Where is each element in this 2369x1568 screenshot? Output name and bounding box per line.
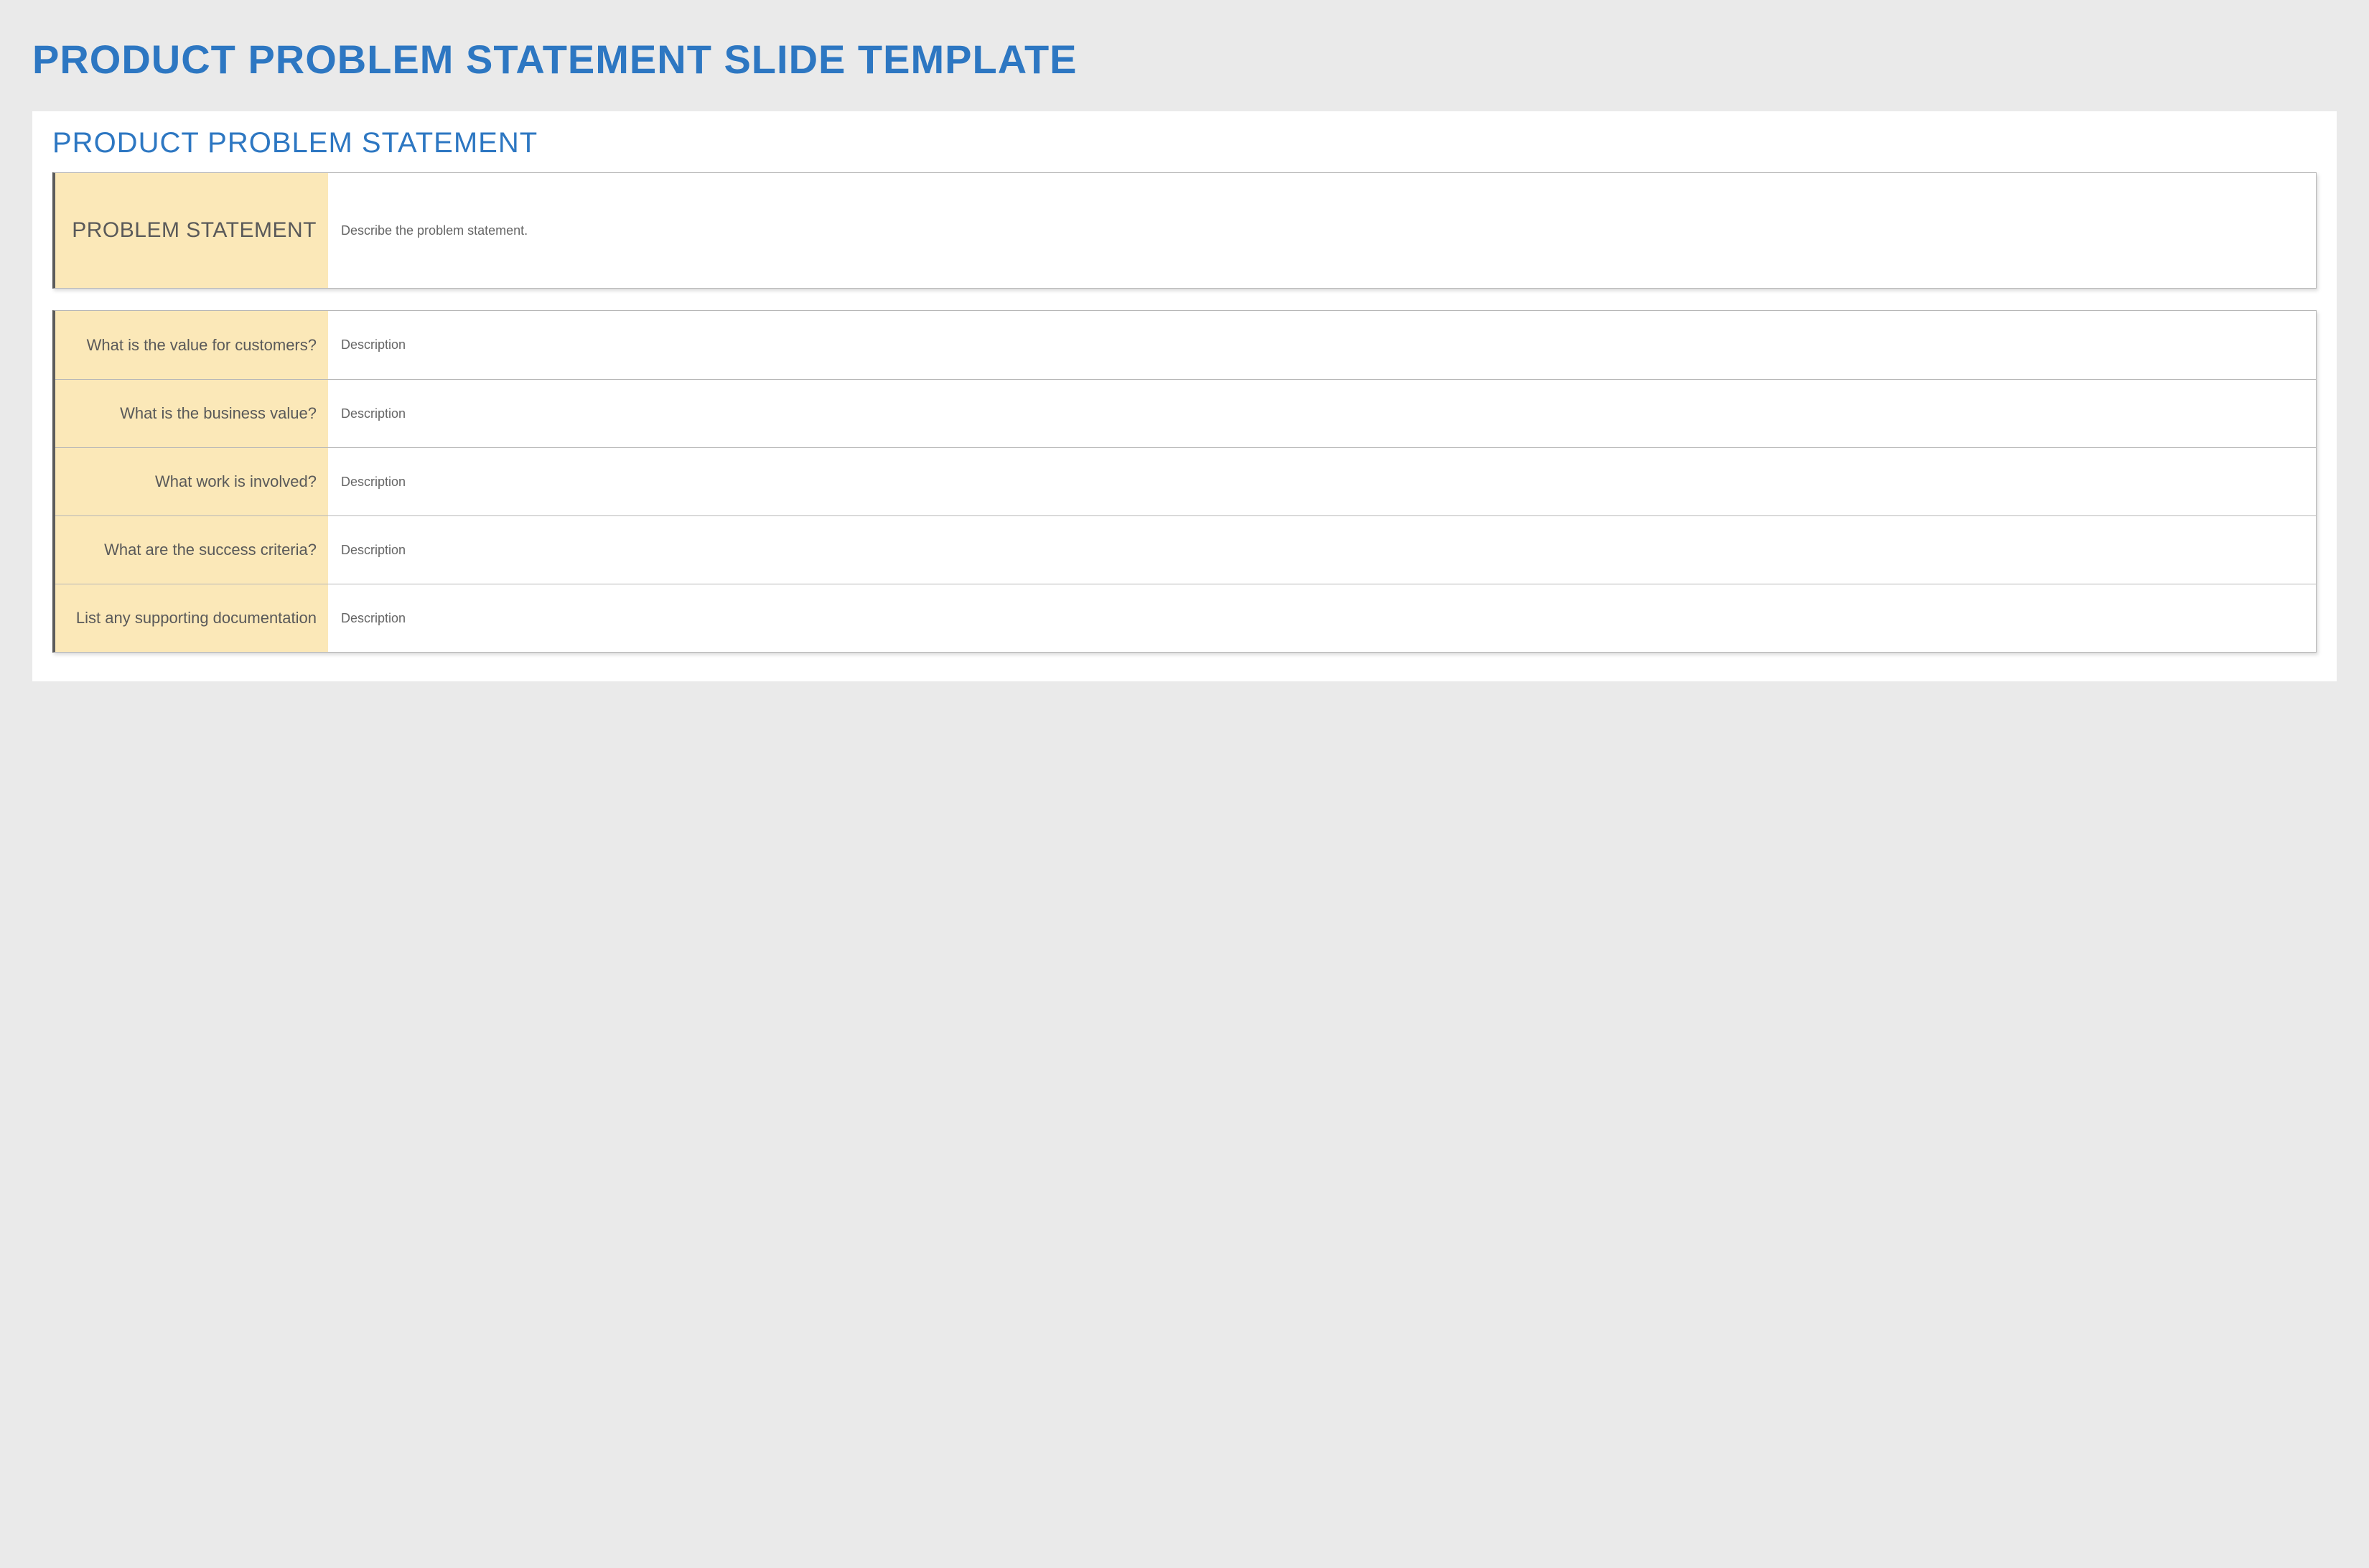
detail-value-supporting-docs[interactable]: Description [328, 584, 2316, 652]
detail-label-supporting-docs: List any supporting documentation [55, 584, 328, 652]
detail-row: List any supporting documentation Descri… [55, 584, 2316, 652]
page-title: PRODUCT PROBLEM STATEMENT SLIDE TEMPLATE [32, 36, 2337, 83]
detail-label-work-involved: What work is involved? [55, 448, 328, 515]
detail-row: What is the value for customers? Descrip… [55, 311, 2316, 379]
detail-value-success-criteria[interactable]: Description [328, 516, 2316, 584]
problem-statement-label: PROBLEM STATEMENT [55, 173, 328, 288]
problem-statement-block: PROBLEM STATEMENT Describe the problem s… [52, 172, 2317, 289]
detail-label-success-criteria: What are the success criteria? [55, 516, 328, 584]
details-block: What is the value for customers? Descrip… [52, 310, 2317, 653]
detail-row: What work is involved? Description [55, 447, 2316, 515]
detail-value-business-value[interactable]: Description [328, 380, 2316, 447]
slide: PRODUCT PROBLEM STATEMENT PROBLEM STATEM… [32, 111, 2337, 681]
detail-value-work-involved[interactable]: Description [328, 448, 2316, 515]
detail-label-customer-value: What is the value for customers? [55, 311, 328, 379]
detail-row: What are the success criteria? Descripti… [55, 515, 2316, 584]
problem-statement-value[interactable]: Describe the problem statement. [328, 173, 2316, 288]
detail-value-customer-value[interactable]: Description [328, 311, 2316, 379]
detail-row: What is the business value? Description [55, 379, 2316, 447]
detail-label-business-value: What is the business value? [55, 380, 328, 447]
slide-title: PRODUCT PROBLEM STATEMENT [52, 127, 2317, 159]
problem-statement-row: PROBLEM STATEMENT Describe the problem s… [55, 173, 2316, 288]
